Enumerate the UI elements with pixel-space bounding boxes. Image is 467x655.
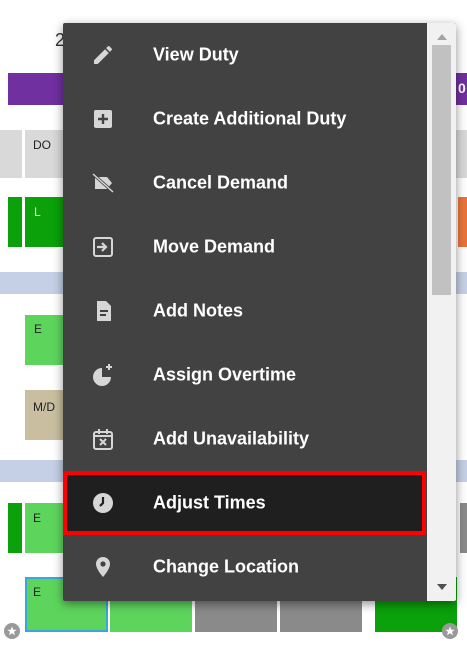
do-cell-label: DO [33, 138, 51, 152]
scroll-down-arrow-icon[interactable] [427, 577, 456, 597]
menu-item-label: Add Notes [153, 300, 243, 321]
clock-icon [91, 491, 115, 515]
l-cell[interactable] [25, 197, 65, 247]
note-icon [91, 299, 115, 323]
purple-header-right-text: 0: [458, 80, 467, 96]
menu-item-label: Create Additional Duty [153, 108, 347, 129]
menu-item-change-location[interactable]: Change Location [63, 535, 426, 599]
move-arrow-icon [91, 235, 115, 259]
orange-cell-right [458, 197, 467, 247]
pie-plus-icon [91, 363, 115, 387]
green-row-2-left-edge [8, 503, 22, 553]
gray-row-left [0, 130, 22, 178]
menu-scrollbar[interactable] [427, 23, 456, 601]
l-cell-label: L [34, 205, 41, 219]
star-badge-left-icon [4, 623, 20, 639]
menu-item-assign-overtime[interactable]: Assign Overtime [63, 343, 426, 407]
gray-row-right [456, 130, 467, 178]
menu-item-label: Adjust Times [153, 492, 266, 513]
scroll-up-arrow-icon[interactable] [427, 27, 456, 47]
menu-item-adjust-times[interactable]: Adjust Times [63, 471, 426, 535]
context-menu: View Duty Create Additional Duty Cancel … [63, 23, 456, 601]
e-cell-2[interactable] [25, 503, 65, 553]
menu-item-label: Assign Overtime [153, 364, 297, 385]
menu-item-add-unavailability[interactable]: Add Unavailability [63, 407, 426, 471]
e-cell-2-label: E [33, 511, 42, 525]
menu-item-label: Cancel Demand [153, 172, 289, 193]
menu-item-label: Add Unavailability [153, 428, 310, 449]
e-cell-1-label: E [34, 322, 43, 336]
scrollbar-thumb[interactable] [432, 45, 451, 295]
gray-cell-right [460, 503, 467, 553]
menu-item-cancel-demand[interactable]: Cancel Demand [63, 151, 426, 215]
menu-item-create-additional-duty[interactable]: Create Additional Duty [63, 87, 426, 151]
menu-item-label: Move Demand [153, 236, 276, 257]
menu-item-label: View Duty [153, 44, 239, 65]
location-pin-icon [91, 555, 115, 579]
calendar-x-icon [91, 427, 115, 451]
e-cell-3-label: E [33, 585, 42, 599]
menu-item-add-notes[interactable]: Add Notes [63, 279, 426, 343]
plus-square-icon [91, 107, 115, 131]
e-cell-1[interactable] [25, 315, 65, 365]
menu-item-move-demand[interactable]: Move Demand [63, 215, 426, 279]
purple-header-left [8, 73, 68, 105]
menu-item-label: Change Location [153, 556, 300, 577]
menu-item-view-duty[interactable]: View Duty [63, 23, 426, 87]
pencil-icon [91, 43, 115, 67]
md-cell-label: M/D [33, 400, 55, 414]
star-badge-right-icon [442, 623, 458, 639]
crossed-tag-icon [91, 171, 115, 195]
md-cell[interactable] [25, 390, 65, 440]
green-row-left-edge [8, 197, 22, 247]
